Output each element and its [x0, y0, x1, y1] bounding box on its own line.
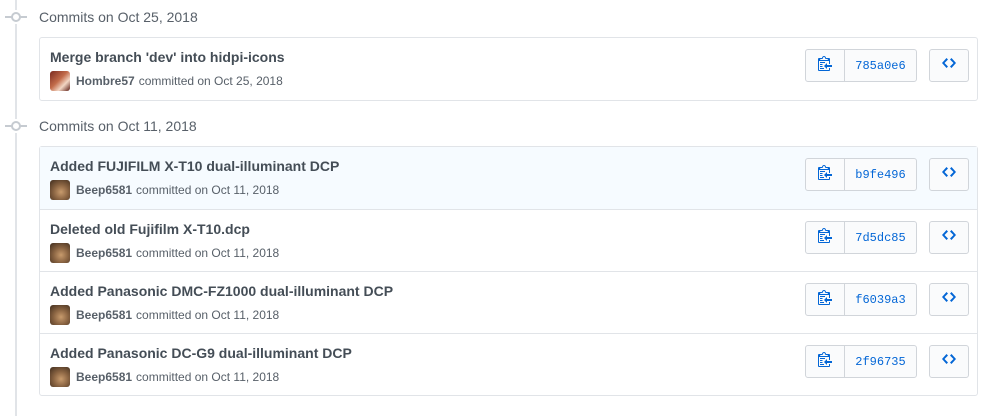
browse-repo-button[interactable]: [929, 221, 969, 254]
code-icon: [942, 55, 956, 76]
author-link[interactable]: Beep6581: [76, 183, 132, 197]
commit-group-title: Commits on Oct 11, 2018: [39, 118, 197, 134]
clippy-icon: [818, 55, 832, 76]
commit-sha-button-group: f6039a3: [805, 283, 917, 316]
avatar[interactable]: [50, 367, 70, 387]
author-link[interactable]: Hombre57: [76, 74, 135, 88]
commit-message-link[interactable]: Deleted old Fujifilm X-T10.dcp: [50, 221, 250, 237]
commits-timeline-line: [15, 0, 17, 416]
code-icon: [942, 164, 956, 185]
avatar[interactable]: [50, 71, 70, 91]
commit-sha-button-group: 2f96735: [805, 345, 917, 378]
copy-sha-button[interactable]: [806, 159, 845, 190]
commit-list: Added FUJIFILM X-T10 dual-illuminant DCP…: [39, 146, 978, 396]
git-commit-icon: [5, 10, 27, 24]
author-link[interactable]: Beep6581: [76, 370, 132, 384]
commit-date: committed on Oct 11, 2018: [136, 246, 280, 260]
commit-sha-link[interactable]: f6039a3: [845, 284, 916, 315]
commit-message-link[interactable]: Added FUJIFILM X-T10 dual-illuminant DCP: [50, 158, 339, 174]
commit-meta: Beep6581 committed on Oct 11, 2018: [50, 180, 279, 200]
commit-row: Deleted old Fujifilm X-T10.dcp Beep6581 …: [40, 209, 977, 271]
commit-message-link[interactable]: Added Panasonic DMC-FZ1000 dual-illumina…: [50, 283, 393, 299]
clippy-icon: [818, 289, 832, 310]
avatar[interactable]: [50, 180, 70, 200]
commit-date: committed on Oct 25, 2018: [138, 74, 283, 88]
commit-sha-link[interactable]: 785a0e6: [845, 50, 916, 81]
copy-sha-button[interactable]: [806, 222, 845, 253]
clippy-icon: [818, 164, 832, 185]
commit-sha-button-group: 7d5dc85: [805, 221, 917, 254]
copy-sha-button[interactable]: [806, 346, 845, 377]
code-icon: [942, 351, 956, 372]
browse-repo-button[interactable]: [929, 158, 969, 191]
commit-message-link[interactable]: Merge branch 'dev' into hidpi-icons: [50, 49, 285, 65]
avatar[interactable]: [50, 243, 70, 263]
commit-row: Added FUJIFILM X-T10 dual-illuminant DCP…: [40, 147, 977, 209]
commit-sha-link[interactable]: 7d5dc85: [845, 222, 916, 253]
code-icon: [942, 227, 956, 248]
clippy-icon: [818, 227, 832, 248]
copy-sha-button[interactable]: [806, 284, 845, 315]
commit-message-link[interactable]: Added Panasonic DC-G9 dual-illuminant DC…: [50, 345, 352, 361]
browse-repo-button[interactable]: [929, 283, 969, 316]
commit-meta: Beep6581 committed on Oct 11, 2018: [50, 367, 279, 387]
commit-row: Merge branch 'dev' into hidpi-icons Homb…: [40, 38, 977, 100]
commit-meta: Hombre57 committed on Oct 25, 2018: [50, 71, 283, 91]
browse-repo-button[interactable]: [929, 49, 969, 82]
commit-row: Added Panasonic DC-G9 dual-illuminant DC…: [40, 333, 977, 395]
author-link[interactable]: Beep6581: [76, 246, 132, 260]
commit-sha-link[interactable]: 2f96735: [845, 346, 916, 377]
clippy-icon: [818, 351, 832, 372]
author-link[interactable]: Beep6581: [76, 308, 132, 322]
commit-meta: Beep6581 committed on Oct 11, 2018: [50, 243, 279, 263]
copy-sha-button[interactable]: [806, 50, 845, 81]
commit-sha-button-group: b9fe496: [805, 158, 917, 191]
commit-group-title: Commits on Oct 25, 2018: [39, 9, 198, 25]
commit-row: Added Panasonic DMC-FZ1000 dual-illumina…: [40, 271, 977, 333]
commit-sha-button-group: 785a0e6: [805, 49, 917, 82]
git-commit-icon: [5, 119, 27, 133]
code-icon: [942, 289, 956, 310]
commit-list: Merge branch 'dev' into hidpi-icons Homb…: [39, 37, 978, 101]
commit-date: committed on Oct 11, 2018: [136, 308, 280, 322]
commit-meta: Beep6581 committed on Oct 11, 2018: [50, 305, 279, 325]
browse-repo-button[interactable]: [929, 345, 969, 378]
avatar[interactable]: [50, 305, 70, 325]
commit-sha-link[interactable]: b9fe496: [845, 159, 916, 190]
commit-date: committed on Oct 11, 2018: [136, 183, 280, 197]
commit-date: committed on Oct 11, 2018: [136, 370, 280, 384]
